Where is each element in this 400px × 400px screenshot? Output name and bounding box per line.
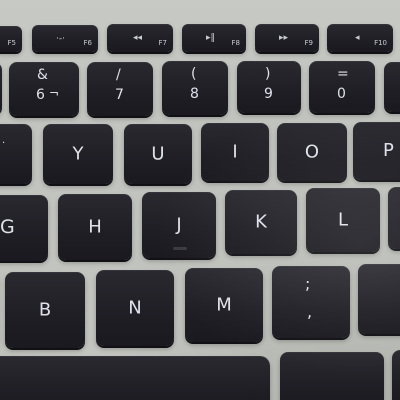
key-command-right[interactable] — [280, 352, 384, 400]
key-6-label: 6 — [36, 87, 45, 103]
keyboard-light-up-icon: ·-· — [56, 34, 65, 44]
key-m[interactable]: M — [185, 268, 263, 342]
key-7-label: 7 — [115, 87, 124, 103]
key-f9[interactable]: ▸▸ F9 — [255, 24, 319, 52]
key-i[interactable]: I — [201, 123, 269, 181]
key-y-label: Y — [72, 143, 84, 165]
key-left-edge-top-letter[interactable]: · — [0, 124, 32, 184]
key-6[interactable]: & 6 ¬ — [9, 62, 79, 116]
key-8-label: 8 — [190, 86, 199, 102]
key-n-label: N — [128, 297, 142, 319]
key-o-label: O — [304, 141, 320, 163]
key-p-label: P — [383, 140, 394, 161]
key-h[interactable]: H — [58, 194, 132, 260]
key-semicolon-shift-label: ; — [305, 274, 311, 293]
key-6-shift-label: & — [37, 67, 48, 83]
play-pause-icon: ▸‖ — [206, 33, 216, 43]
key-6-alt-label: ¬ — [49, 86, 60, 100]
key-left-edge-mark: · — [2, 138, 6, 149]
key-u-label: U — [151, 143, 165, 165]
key-i-label: I — [232, 141, 238, 163]
key-p[interactable]: P — [353, 122, 400, 180]
keyboard-photo: F5 ·-· F6 ◂◂ F7 ▸‖ F8 ▸▸ F9 ◂ F10 & 6 ¬ … — [0, 0, 400, 400]
key-g[interactable]: G — [0, 195, 48, 261]
key-f7[interactable]: ◂◂ F7 — [107, 24, 173, 52]
key-0-shift-label: = — [337, 66, 349, 82]
key-n[interactable]: N — [96, 270, 174, 346]
key-f6[interactable]: ·-· F6 — [32, 25, 98, 52]
key-8[interactable]: ( 8 — [162, 61, 228, 115]
key-f6-label: F6 — [83, 39, 92, 47]
key-y[interactable]: Y — [43, 124, 113, 184]
key-f5-label: F5 — [7, 39, 16, 47]
key-option-right[interactable] — [392, 350, 400, 400]
key-f10[interactable]: ◂ F10 — [327, 24, 393, 52]
key-k-label: K — [255, 211, 267, 233]
key-k[interactable]: K — [225, 190, 297, 254]
key-semicolon-label: , — [307, 302, 313, 321]
key-j-home-bump — [173, 247, 187, 250]
key-right-edge-number[interactable] — [384, 62, 400, 112]
key-f10-label: F10 — [374, 39, 387, 47]
key-left-edge-number[interactable] — [0, 62, 2, 114]
key-o[interactable]: O — [277, 123, 347, 181]
key-u[interactable]: U — [124, 124, 192, 184]
key-right-edge-bottom[interactable] — [358, 264, 400, 334]
key-right-edge-home[interactable] — [388, 187, 400, 249]
key-0-label: 0 — [337, 86, 346, 102]
key-7[interactable]: / 7 — [87, 62, 153, 116]
key-0[interactable]: = 0 — [309, 61, 375, 113]
fast-forward-icon: ▸▸ — [279, 33, 289, 43]
key-spacebar[interactable] — [0, 356, 270, 400]
key-8-shift-label: ( — [191, 66, 197, 82]
key-f7-label: F7 — [158, 39, 167, 47]
key-f8[interactable]: ▸‖ F8 — [182, 24, 246, 52]
rewind-icon: ◂◂ — [133, 33, 143, 43]
key-l-label: L — [337, 209, 349, 231]
key-h-label: H — [88, 216, 102, 238]
key-l[interactable]: L — [306, 188, 380, 252]
key-9-shift-label: ) — [265, 66, 271, 82]
key-f9-label: F9 — [304, 39, 313, 47]
key-9[interactable]: ) 9 — [237, 61, 301, 113]
key-semicolon[interactable]: ; , — [272, 266, 350, 338]
key-7-shift-label: / — [116, 67, 121, 83]
key-j[interactable]: J — [142, 192, 216, 258]
key-b[interactable]: B — [5, 272, 85, 348]
key-b-label: B — [38, 299, 52, 321]
key-9-label: 9 — [264, 86, 273, 102]
key-g-label: G — [0, 216, 15, 238]
key-m-label: M — [216, 294, 232, 316]
mute-icon: ◂ — [355, 33, 360, 43]
key-f8-label: F8 — [231, 39, 240, 47]
key-j-label: J — [176, 214, 182, 236]
key-f5[interactable]: F5 — [0, 26, 22, 52]
